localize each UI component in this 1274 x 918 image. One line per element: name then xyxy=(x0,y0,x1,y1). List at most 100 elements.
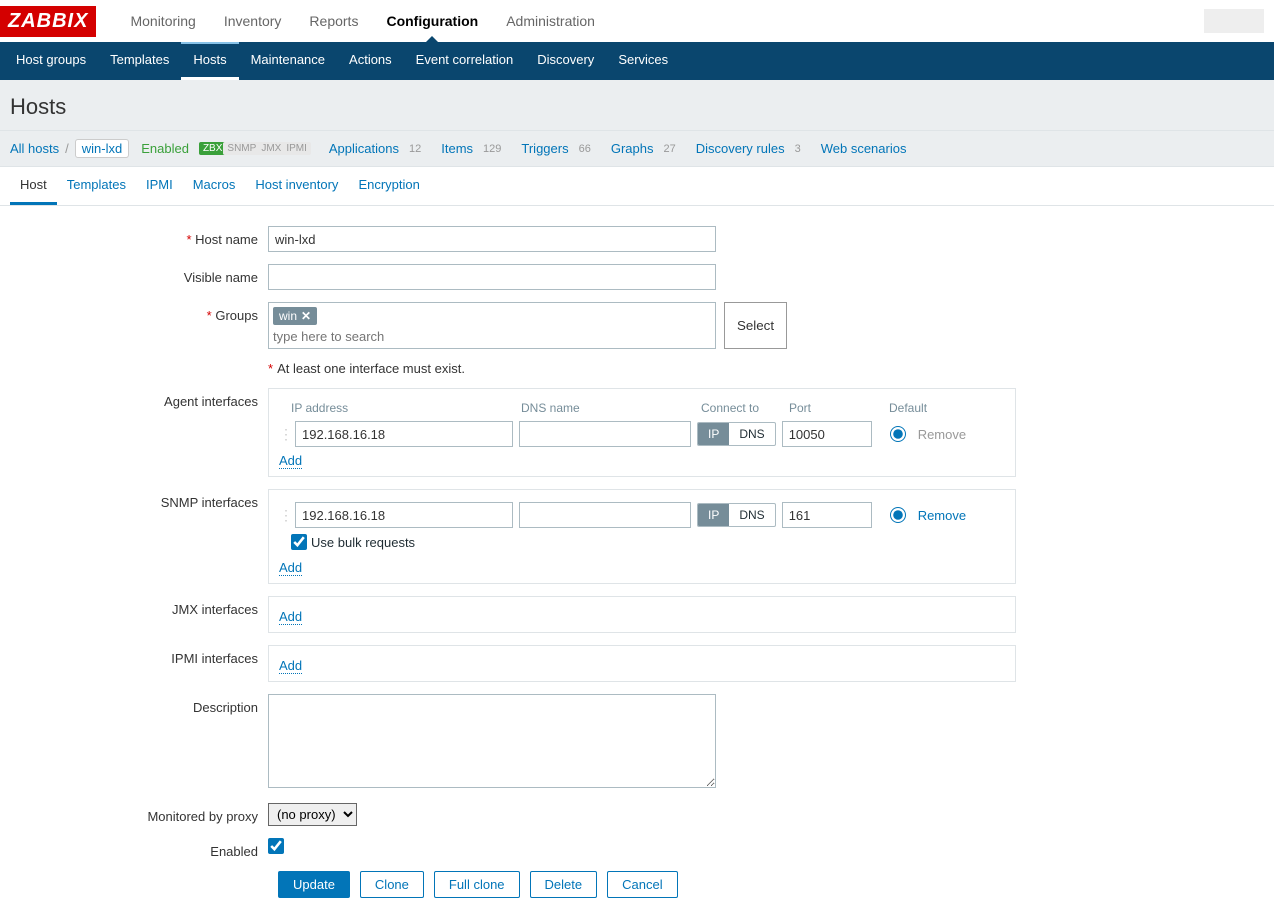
nav-inventory[interactable]: Inventory xyxy=(210,1,296,41)
snmp-bulk-checkbox[interactable] xyxy=(291,534,307,550)
nav-reports[interactable]: Reports xyxy=(295,1,372,41)
agent-dns-input[interactable] xyxy=(519,421,691,447)
col-dns: DNS name xyxy=(521,401,701,415)
ipmi-interfaces-box: Add xyxy=(268,645,1016,682)
agent-port-input[interactable] xyxy=(782,421,872,447)
subnav-templates[interactable]: Templates xyxy=(98,42,181,80)
crumb-separator: / xyxy=(65,141,69,156)
enabled-checkbox[interactable] xyxy=(268,838,284,854)
agent-add-link[interactable]: Add xyxy=(279,453,302,469)
tab-host[interactable]: Host xyxy=(10,167,57,205)
form-wrap: * Host name Visible name * Groups win✕ S… xyxy=(0,206,1274,918)
agent-conn-ip[interactable]: IP xyxy=(698,423,729,445)
nav-monitoring[interactable]: Monitoring xyxy=(116,1,209,41)
agent-remove-link: Remove xyxy=(918,427,966,442)
input-visiblename[interactable] xyxy=(268,264,716,290)
tab-hostinv[interactable]: Host inventory xyxy=(245,167,348,205)
nav-configuration[interactable]: Configuration xyxy=(372,1,492,41)
snmp-conn-ip[interactable]: IP xyxy=(698,504,729,526)
tab-templates[interactable]: Templates xyxy=(57,167,136,205)
snmp-default-radio[interactable] xyxy=(890,507,906,523)
label-hostname: * Host name xyxy=(10,226,268,252)
link-triggers[interactable]: Triggers xyxy=(521,141,568,156)
drag-handle-icon[interactable]: ⋮⋮ xyxy=(279,426,289,443)
top-right-box xyxy=(1204,9,1264,33)
tab-macros[interactable]: Macros xyxy=(183,167,246,205)
label-description: Description xyxy=(10,694,268,791)
delete-button[interactable]: Delete xyxy=(530,871,598,898)
group-chip[interactable]: win✕ xyxy=(273,307,317,325)
link-discovery[interactable]: Discovery rules xyxy=(696,141,785,156)
drag-handle-icon[interactable]: ⋮⋮ xyxy=(279,507,289,524)
count-discovery: 3 xyxy=(795,143,801,155)
groups-multiselect[interactable]: win✕ xyxy=(268,302,716,349)
link-applications[interactable]: Applications xyxy=(329,141,399,156)
description-textarea[interactable] xyxy=(268,694,716,788)
availability-tags: ZBX SNMP JMX IPMI xyxy=(199,142,311,155)
update-button[interactable]: Update xyxy=(278,871,350,898)
action-buttons: Update Clone Full clone Delete Cancel xyxy=(278,871,1264,898)
snmp-add-link[interactable]: Add xyxy=(279,560,302,576)
agent-connectto-toggle[interactable]: IP DNS xyxy=(697,422,776,446)
label-snmp-if: SNMP interfaces xyxy=(10,489,268,584)
subnav-hostgroups[interactable]: Host groups xyxy=(4,42,98,80)
label-enabled: Enabled xyxy=(10,838,268,859)
select-groups-button[interactable]: Select xyxy=(724,302,787,349)
jmx-add-link[interactable]: Add xyxy=(279,609,302,625)
col-port: Port xyxy=(789,401,889,415)
subnav-services[interactable]: Services xyxy=(606,42,680,80)
snmp-bulk-label: Use bulk requests xyxy=(311,535,415,550)
agent-conn-dns[interactable]: DNS xyxy=(729,423,774,445)
tag-ipmi: IPMI xyxy=(282,142,311,155)
snmp-interfaces-box: ⋮⋮ IP DNS Remove Use bulk requests Add xyxy=(268,489,1016,584)
label-groups: * Groups xyxy=(10,302,268,349)
remove-chip-icon[interactable]: ✕ xyxy=(301,309,311,323)
ipmi-add-link[interactable]: Add xyxy=(279,658,302,674)
snmp-remove-link[interactable]: Remove xyxy=(918,508,966,523)
clone-button[interactable]: Clone xyxy=(360,871,424,898)
groups-search-input[interactable] xyxy=(273,329,711,344)
top-bar: ZABBIX Monitoring Inventory Reports Conf… xyxy=(0,0,1274,42)
top-nav: Monitoring Inventory Reports Configurati… xyxy=(116,1,608,41)
col-ip: IP address xyxy=(291,401,521,415)
tag-jmx: JMX xyxy=(257,142,285,155)
logo: ZABBIX xyxy=(0,6,96,37)
label-jmx-if: JMX interfaces xyxy=(10,596,268,633)
snmp-ip-input[interactable] xyxy=(295,502,513,528)
subnav-actions[interactable]: Actions xyxy=(337,42,404,80)
count-items: 129 xyxy=(483,143,501,155)
link-graphs[interactable]: Graphs xyxy=(611,141,654,156)
subnav-discovery[interactable]: Discovery xyxy=(525,42,606,80)
tag-snmp: SNMP xyxy=(223,142,260,155)
subnav-maintenance[interactable]: Maintenance xyxy=(239,42,337,80)
sub-nav: Host groups Templates Hosts Maintenance … xyxy=(0,42,1274,80)
label-visiblename: Visible name xyxy=(10,264,268,290)
link-items[interactable]: Items xyxy=(441,141,473,156)
snmp-connectto-toggle[interactable]: IP DNS xyxy=(697,503,776,527)
crumb-all-hosts[interactable]: All hosts xyxy=(10,141,59,156)
full-clone-button[interactable]: Full clone xyxy=(434,871,520,898)
crumb-host[interactable]: win-lxd xyxy=(75,139,129,158)
tab-ipmi[interactable]: IPMI xyxy=(136,167,183,205)
agent-interfaces-box: IP address DNS name Connect to Port Defa… xyxy=(268,388,1016,477)
subnav-eventcorr[interactable]: Event correlation xyxy=(404,42,526,80)
nav-administration[interactable]: Administration xyxy=(492,1,609,41)
proxy-select[interactable]: (no proxy) xyxy=(268,803,357,826)
snmp-port-input[interactable] xyxy=(782,502,872,528)
link-web[interactable]: Web scenarios xyxy=(821,141,907,156)
page-header: Hosts xyxy=(0,80,1274,131)
tab-encryption[interactable]: Encryption xyxy=(348,167,429,205)
snmp-dns-input[interactable] xyxy=(519,502,691,528)
count-applications: 12 xyxy=(409,143,421,155)
snmp-conn-dns[interactable]: DNS xyxy=(729,504,774,526)
page-title: Hosts xyxy=(10,94,1264,120)
cancel-button[interactable]: Cancel xyxy=(607,871,677,898)
count-triggers: 66 xyxy=(579,143,591,155)
label-agent-if: Agent interfaces xyxy=(10,388,268,477)
breadcrumb-row: All hosts / win-lxd Enabled ZBX SNMP JMX… xyxy=(0,131,1274,167)
input-hostname[interactable] xyxy=(268,226,716,252)
subnav-hosts[interactable]: Hosts xyxy=(181,42,238,80)
agent-default-radio[interactable] xyxy=(890,426,906,442)
interface-note: *At least one interface must exist. xyxy=(268,361,1018,376)
agent-ip-input[interactable] xyxy=(295,421,513,447)
